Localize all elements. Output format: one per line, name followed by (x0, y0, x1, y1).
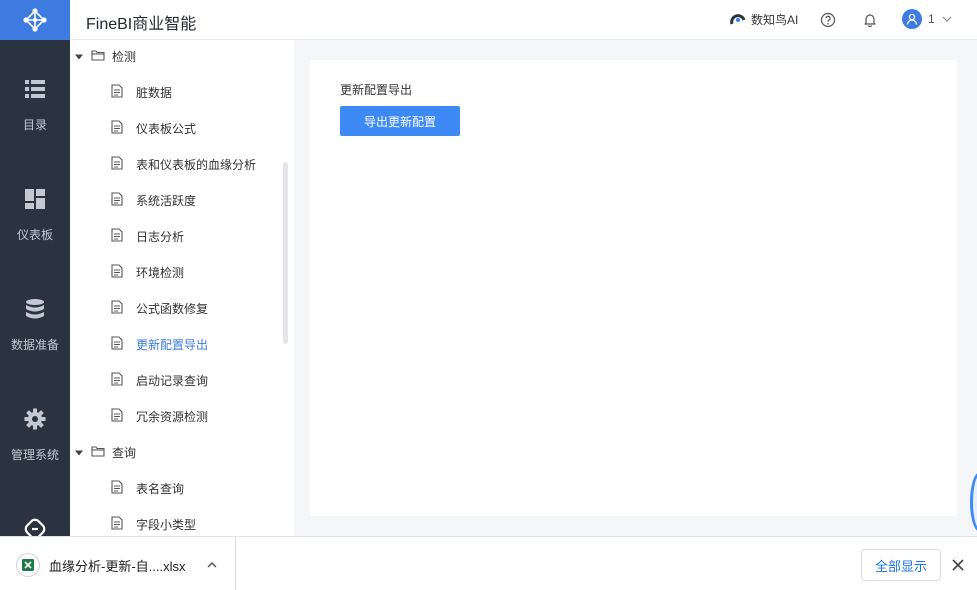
tree-item-label: 仪表板公式 (136, 122, 197, 136)
nav-item-admin[interactable]: 管理系统 (0, 370, 70, 462)
close-icon (952, 559, 964, 571)
side-nav: 目录 仪表板 数据准备 管理系统 (0, 40, 70, 536)
document-icon (111, 300, 123, 317)
tree-item-label: 表名查询 (136, 482, 185, 496)
top-header: FineBI商业智能 数知鸟AI 1 (0, 0, 977, 40)
tree-folder[interactable]: 检测 (70, 40, 280, 74)
nav-label: 目录 (22, 118, 47, 132)
tree-item-label: 表和仪表板的血缘分析 (136, 158, 257, 172)
user-menu[interactable]: 1 (902, 9, 953, 29)
tree-folder-label: 检测 (112, 50, 137, 64)
dashboard-icon (24, 188, 46, 210)
notification-button[interactable] (861, 11, 879, 29)
nav-label: 管理系统 (10, 448, 59, 462)
plugin-icon (24, 518, 46, 536)
nav-item-catalog[interactable]: 目录 (0, 40, 70, 132)
tree-scrollbar[interactable] (283, 162, 288, 344)
tree-item[interactable]: 脏数据 (70, 74, 280, 110)
tree-item-label: 日志分析 (136, 230, 185, 244)
app-window: FineBI商业智能 数知鸟AI 1 目录 仪表板 数据准备 管理系统 检测 脏… (0, 0, 977, 590)
tree-item-label: 公式函数修复 (136, 302, 209, 316)
bell-icon (864, 14, 876, 28)
document-icon (111, 120, 123, 137)
document-icon (111, 516, 123, 533)
document-icon (111, 264, 123, 281)
nav-label: 仪表板 (16, 228, 53, 242)
user-name: 1 (928, 12, 935, 26)
app-title: FineBI商业智能 (86, 16, 197, 33)
tree-item[interactable]: 更新配置导出 (70, 326, 280, 362)
user-icon (906, 13, 918, 25)
tree-item[interactable]: 冗余资源检测 (70, 398, 280, 434)
tree-item[interactable]: 公式函数修复 (70, 290, 280, 326)
close-download-bar-button[interactable] (950, 557, 966, 573)
chevron-up-icon[interactable] (205, 558, 219, 572)
download-file-name: 血缘分析-更新-自....xlsx (49, 559, 186, 574)
tree-item-label: 字段小类型 (136, 518, 197, 532)
folder-icon (91, 445, 105, 460)
download-item[interactable]: 血缘分析-更新-自....xlsx (0, 537, 236, 590)
tree-item-label: 环境检测 (136, 266, 185, 280)
export-config-button[interactable]: 导出更新配置 (340, 106, 460, 136)
nav-item-data-prep[interactable]: 数据准备 (0, 260, 70, 352)
tree-item-label: 启动记录查询 (136, 374, 209, 388)
page-title: 更新配置导出 (340, 83, 413, 97)
logo[interactable] (0, 0, 70, 40)
function-tree: 检测脏数据仪表板公式表和仪表板的血缘分析 系统活跃度日志分析环境检测公式函数修复更… (70, 40, 294, 536)
excel-file-icon (16, 553, 40, 577)
document-icon (111, 228, 123, 245)
show-all-downloads-button[interactable]: 全部显示 (861, 549, 941, 581)
caret-down-icon[interactable] (74, 447, 84, 461)
content-card: 更新配置导出 导出更新配置 (310, 60, 957, 516)
download-bar: 血缘分析-更新-自....xlsx 全部显示 (0, 536, 977, 590)
tree-item[interactable]: 启动记录查询 (70, 362, 280, 398)
database-icon (24, 298, 46, 320)
tree-item[interactable]: 仪表板公式 (70, 110, 280, 146)
logo-icon (23, 8, 47, 32)
tree-item[interactable]: 日志分析 (70, 218, 280, 254)
document-icon (111, 336, 123, 353)
tree-item[interactable]: 表和仪表板的血缘分析 (70, 146, 280, 182)
tree-item[interactable]: 环境检测 (70, 254, 280, 290)
document-icon (111, 480, 123, 497)
document-icon (111, 192, 123, 209)
chevron-down-icon (942, 16, 952, 22)
gear-icon (24, 408, 46, 430)
tree-item[interactable]: 字段小类型 (70, 506, 280, 536)
folder-icon (91, 49, 105, 64)
avatar (902, 9, 922, 29)
tree-item-label: 更新配置导出 (136, 338, 209, 352)
tree-item[interactable]: 表名查询 (70, 470, 280, 506)
tree-item-label: 系统活跃度 (136, 194, 197, 208)
tree-folder-label: 查询 (112, 446, 137, 460)
nav-item-dashboard[interactable]: 仪表板 (0, 150, 70, 242)
nav-item-plugin[interactable] (0, 480, 70, 536)
help-button[interactable] (819, 11, 837, 29)
list-icon (24, 78, 46, 100)
help-icon (820, 12, 836, 28)
ai-label: 数知鸟AI (751, 13, 799, 27)
ai-bird-icon (730, 13, 746, 24)
document-icon (111, 372, 123, 389)
tree-item-label: 冗余资源检测 (136, 410, 209, 424)
document-icon (111, 84, 123, 101)
caret-down-icon[interactable] (74, 51, 84, 65)
document-icon (111, 408, 123, 425)
tree-folder[interactable]: 查询 (70, 434, 280, 470)
tree-item[interactable]: 系统活跃度 (70, 182, 280, 218)
nav-label: 数据准备 (10, 338, 59, 352)
document-icon (111, 156, 123, 173)
tree-item-label: 脏数据 (136, 86, 173, 100)
ai-assistant-button[interactable]: 数知鸟AI (730, 11, 798, 28)
